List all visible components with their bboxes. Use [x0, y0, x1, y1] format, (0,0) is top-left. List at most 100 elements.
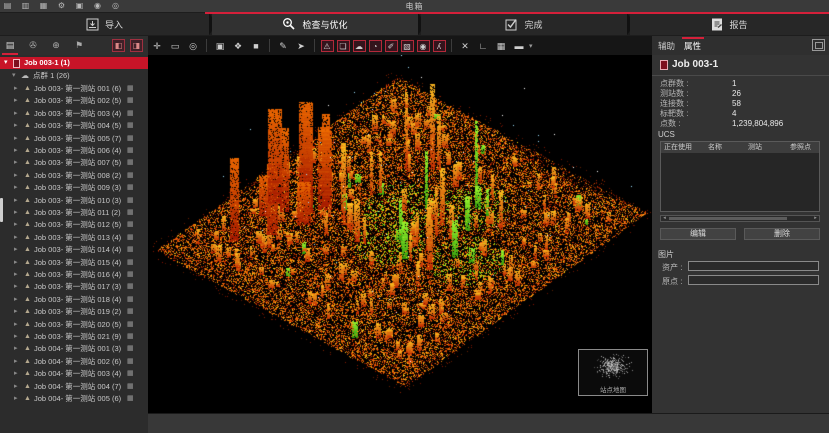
tree-root-job[interactable]: ▾ Job 003-1 (1): [0, 57, 148, 69]
photo-icon[interactable]: ▦: [127, 110, 136, 118]
expand-arrow-icon[interactable]: ▸: [14, 306, 18, 318]
minimap[interactable]: 站点地图: [578, 349, 648, 396]
tree-station-row[interactable]: ▸ ▲ Job 003- 第一测站 005 (7) ▦: [0, 133, 148, 145]
scroll-right-icon[interactable]: ▸: [812, 216, 819, 221]
collapse-arrow-icon[interactable]: ▾: [12, 70, 16, 82]
photo-icon[interactable]: ▦: [127, 85, 136, 93]
expand-arrow-icon[interactable]: ▸: [14, 393, 18, 405]
tab-auxiliary[interactable]: 辅助: [658, 40, 675, 52]
photo-icon[interactable]: ▦: [127, 234, 136, 242]
expand-arrow-icon[interactable]: ▸: [14, 232, 18, 244]
photo-icon[interactable]: ▦: [127, 321, 136, 329]
photo-icon[interactable]: ▦: [127, 370, 136, 378]
scroll-left-icon[interactable]: ◂: [661, 216, 668, 221]
expand-arrow-icon[interactable]: ▸: [14, 381, 18, 393]
delete-button[interactable]: 删除: [744, 228, 820, 240]
photo-icon[interactable]: ▦: [127, 135, 136, 143]
display-mode-caret-icon[interactable]: ▾: [529, 42, 533, 50]
zoom-window-icon[interactable]: ◎: [186, 39, 201, 53]
edit-button[interactable]: 编辑: [660, 228, 736, 240]
walkthrough-icon[interactable]: ʎ: [433, 40, 446, 52]
photo-icon[interactable]: ▦: [127, 308, 136, 316]
tree-station-row[interactable]: ▸ ▲ Job 003- 第一测站 016 (4) ▦: [0, 269, 148, 281]
panel-layout-icon[interactable]: [812, 39, 825, 51]
photo-icon[interactable]: ▦: [127, 333, 136, 341]
pan-icon[interactable]: ✛: [150, 39, 165, 53]
expand-arrow-icon[interactable]: ▸: [14, 269, 18, 281]
snapshot-view-icon[interactable]: ▦: [494, 39, 509, 53]
cloud-annotation-icon[interactable]: ☁: [353, 40, 366, 52]
screenshot-icon[interactable]: ▣: [213, 39, 228, 53]
photo-icon[interactable]: ▦: [127, 197, 136, 205]
expand-arrow-icon[interactable]: ▸: [14, 319, 18, 331]
expand-arrow-icon[interactable]: ▸: [14, 157, 18, 169]
tree-station-row[interactable]: ▸ ▲ Job 003- 第一测站 019 (2) ▦: [0, 306, 148, 318]
tree-station-row[interactable]: ▸ ▲ Job 003- 第一测站 015 (4) ▦: [0, 257, 148, 269]
expand-arrow-icon[interactable]: ▸: [14, 331, 18, 343]
tree-station-row[interactable]: ▸ ▲ Job 003- 第一测站 013 (4) ▦: [0, 232, 148, 244]
photo-icon[interactable]: ▦: [127, 184, 136, 192]
expand-arrow-icon[interactable]: ▸: [14, 133, 18, 145]
origin-input[interactable]: [688, 275, 819, 285]
photo-icon[interactable]: ▦: [127, 159, 136, 167]
point-cloud-canvas[interactable]: [148, 55, 652, 413]
photo-icon[interactable]: ▦: [127, 296, 136, 304]
tree-station-row[interactable]: ▸ ▲ Job 003- 第一测站 014 (4) ▦: [0, 244, 148, 256]
photo-icon[interactable]: ▦: [127, 383, 136, 391]
globe-tab-icon[interactable]: ⊕: [49, 39, 63, 52]
photo-icon[interactable]: ▦: [127, 172, 136, 180]
crop-icon[interactable]: ✕: [458, 39, 473, 53]
photo-icon[interactable]: ▦: [127, 209, 136, 217]
tree-station-row[interactable]: ▸ ▲ Job 003- 第一测站 018 (4) ▦: [0, 294, 148, 306]
photo-icon[interactable]: ▦: [127, 97, 136, 105]
sphere-annotation-icon[interactable]: ◔: [369, 40, 382, 52]
photo-icon[interactable]: ▦: [127, 221, 136, 229]
tree-station-row[interactable]: ▸ ▲ Job 004- 第一测站 004 (7) ▦: [0, 381, 148, 393]
tree-station-row[interactable]: ▸ ▲ Job 003- 第一测站 007 (5) ▦: [0, 157, 148, 169]
scrollbar-thumb[interactable]: [669, 217, 787, 220]
photo-icon[interactable]: ▦: [127, 395, 136, 403]
expand-arrow-icon[interactable]: ▸: [14, 343, 18, 355]
photo-icon[interactable]: ▦: [127, 246, 136, 254]
tree-station-row[interactable]: ▸ ▲ Job 004- 第一测站 002 (6) ▦: [0, 356, 148, 368]
expand-arrow-icon[interactable]: ▸: [14, 281, 18, 293]
step-inspect-optimize[interactable]: 检查与优化: [212, 13, 418, 35]
photo-icon[interactable]: ▦: [127, 259, 136, 267]
expand-arrow-icon[interactable]: ▸: [14, 207, 18, 219]
filter-toggle-b-icon[interactable]: ◨: [130, 39, 143, 52]
tree-station-row[interactable]: ▸ ▲ Job 003- 第一测站 020 (5) ▦: [0, 319, 148, 331]
tree-station-row[interactable]: ▸ ▲ Job 003- 第一测站 004 (5) ▦: [0, 120, 148, 132]
photo-icon[interactable]: ▦: [127, 283, 136, 291]
expand-arrow-icon[interactable]: ▸: [14, 145, 18, 157]
expand-arrow-icon[interactable]: ▸: [14, 368, 18, 380]
cube-view-icon[interactable]: ■: [249, 39, 264, 53]
tab-properties[interactable]: 属性: [684, 40, 701, 52]
tree-station-row[interactable]: ▸ ▲ Job 003- 第一测站 010 (3) ▦: [0, 195, 148, 207]
tag-annotation-icon[interactable]: ❏: [337, 40, 350, 52]
frame-select-icon[interactable]: ▭: [168, 39, 183, 53]
step-finish[interactable]: 完成: [421, 13, 627, 35]
expand-arrow-icon[interactable]: ▸: [14, 219, 18, 231]
draw-annotation-icon[interactable]: ✐: [385, 40, 398, 52]
ucs-horizontal-scrollbar[interactable]: ◂ ▸: [660, 215, 820, 222]
expand-arrow-icon[interactable]: ▸: [14, 244, 18, 256]
tree-station-row[interactable]: ▸ ▲ Job 003- 第一测站 021 (9) ▦: [0, 331, 148, 343]
tree-group-cluster[interactable]: ▾ ☁ 点群 1 (26): [0, 70, 148, 82]
step-report[interactable]: 报告: [630, 13, 829, 35]
attachment-tab-icon[interactable]: ✇: [26, 39, 40, 52]
tree-station-row[interactable]: ▸ ▲ Job 003- 第一测站 003 (4) ▦: [0, 108, 148, 120]
expand-arrow-icon[interactable]: ▸: [14, 182, 18, 194]
step-import[interactable]: 导入: [0, 13, 209, 35]
photo-icon[interactable]: ▦: [127, 271, 136, 279]
tree-station-row[interactable]: ▸ ▲ Job 004- 第一测站 005 (6) ▦: [0, 393, 148, 405]
expand-arrow-icon[interactable]: ▸: [14, 120, 18, 132]
photo-icon[interactable]: ▦: [127, 147, 136, 155]
measure-icon[interactable]: ✎: [276, 39, 291, 53]
warning-annotation-icon[interactable]: ⚠: [321, 40, 334, 52]
tree-station-row[interactable]: ▸ ▲ Job 004- 第一测站 003 (4) ▦: [0, 368, 148, 380]
filter-toggle-a-icon[interactable]: ◧: [112, 39, 125, 52]
expand-arrow-icon[interactable]: ▸: [14, 108, 18, 120]
tree-station-row[interactable]: ▸ ▲ Job 003- 第一测站 001 (6) ▦: [0, 83, 148, 95]
tree-station-row[interactable]: ▸ ▲ Job 004- 第一测站 001 (3) ▦: [0, 343, 148, 355]
pin-annotation-icon[interactable]: ◉: [417, 40, 430, 52]
